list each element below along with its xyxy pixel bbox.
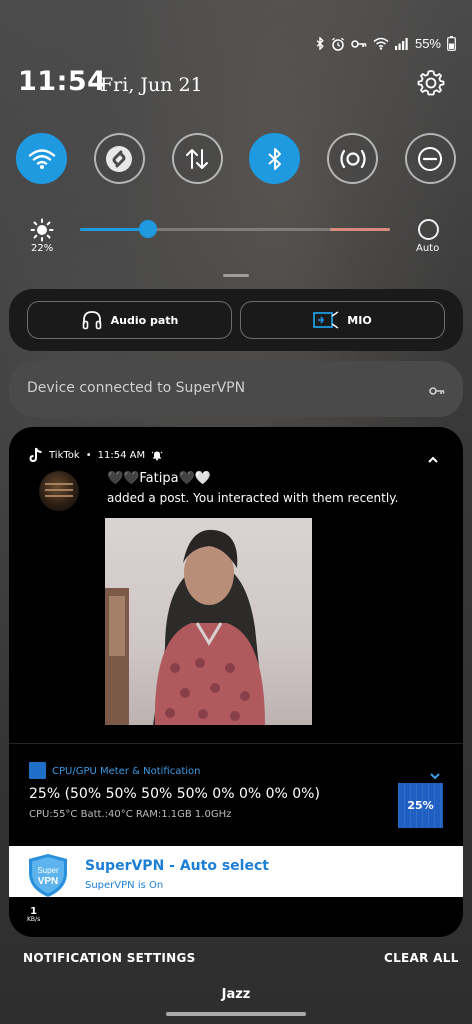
cpu-app-name: CPU/GPU Meter & Notification [52, 766, 201, 777]
battery-icon [447, 36, 456, 51]
audio-path-label: Audio path [110, 313, 179, 327]
minus-circle-icon [418, 146, 443, 171]
gesture-nav-bar[interactable] [166, 1012, 306, 1016]
supervpn-shield-icon: Super VPN [29, 854, 67, 897]
mobile-data-toggle[interactable] [171, 133, 223, 184]
supervpn-logo-bottom: VPN [38, 876, 59, 887]
post-preview-image[interactable] [105, 518, 312, 725]
notification-settings-button[interactable]: NOTIFICATION SETTINGS [23, 951, 196, 965]
avatar[interactable] [39, 471, 79, 511]
vpn-status-card[interactable]: Device connected to SuperVPN [9, 361, 463, 417]
vpn-status-text: Device connected to SuperVPN [27, 380, 246, 396]
cast-device-button[interactable]: MIO [240, 301, 445, 339]
status-bar: 55% [315, 36, 456, 51]
notification-divider [9, 743, 463, 744]
expand-chevron-down-icon[interactable] [429, 765, 441, 784]
clear-all-button[interactable]: CLEAR ALL [384, 951, 459, 965]
tiktok-notification-header: TikTok • 11:54 AM [29, 447, 163, 463]
battery-percent: 55% [414, 36, 441, 51]
data-arrows-icon [186, 148, 209, 169]
bluetooth-icon [315, 37, 325, 50]
tiktok-time: 11:54 AM [97, 449, 146, 461]
sound-toggle[interactable] [327, 133, 379, 184]
tiktok-logo-icon [29, 447, 42, 463]
brightness-percent: 22% [31, 243, 54, 254]
cpu-usage-graph: 25% [398, 783, 443, 828]
cast-device-label: MIO [347, 313, 372, 327]
carrier-label: Jazz [221, 987, 251, 1002]
headphones-icon [82, 311, 101, 330]
panel-drag-handle[interactable] [223, 274, 249, 277]
supervpn-subtitle: SuperVPN is On [85, 880, 164, 891]
sound-icon [340, 149, 366, 168]
auto-brightness-label: Auto [416, 243, 440, 254]
cast-screen-icon [313, 311, 339, 329]
collapse-chevron-up-icon[interactable] [427, 449, 439, 468]
shazam-icon [106, 145, 133, 172]
vpn-key-icon [429, 381, 445, 400]
brightness-warm-segment [330, 228, 390, 231]
alert-bell-icon [151, 451, 163, 461]
auto-brightness-toggle[interactable] [418, 219, 439, 240]
supervpn-title: SuperVPN - Auto select [85, 858, 269, 874]
cpu-meter-app-icon [29, 762, 46, 779]
supervpn-logo-top: Super [37, 866, 59, 875]
network-speed-unit: KB/s [27, 916, 41, 923]
bluetooth-toggle[interactable] [249, 133, 301, 184]
wifi-icon [28, 148, 55, 169]
notifications-card: TikTok • 11:54 AM 🖤🖤Fatipa🖤🤍 added a pos… [9, 427, 463, 937]
network-speed-indicator: 1 KB/s [27, 907, 40, 923]
clock: 11:54 [18, 66, 107, 97]
quick-settings-toggles [16, 133, 456, 184]
brightness-sun-icon [30, 218, 54, 242]
tiktok-message: added a post. You interacted with them r… [107, 491, 399, 505]
settings-gear-icon[interactable] [416, 68, 446, 98]
audio-path-button[interactable]: Audio path [27, 301, 232, 339]
tiktok-sender-name: 🖤🖤Fatipa🖤🤍 [107, 471, 211, 486]
wifi-toggle[interactable] [16, 133, 67, 184]
brightness-slider-fill [80, 228, 148, 231]
brightness-slider[interactable] [80, 220, 390, 238]
shazam-toggle[interactable] [93, 133, 145, 184]
do-not-disturb-toggle[interactable] [404, 133, 456, 184]
signal-icon [394, 37, 409, 50]
date: Fri, Jun 21 [100, 74, 203, 96]
wifi-icon [373, 37, 389, 50]
cpu-stats-text: CPU:55°C Batt.:40°C RAM:1.1GB 1.0GHz [29, 809, 232, 820]
supervpn-notification[interactable]: Super VPN SuperVPN - Auto select SuperVP… [9, 846, 463, 897]
media-output-card: Audio path MIO [9, 289, 463, 351]
vpn-key-icon [351, 39, 367, 49]
separator-dot: • [85, 449, 92, 461]
alarm-icon [331, 37, 345, 51]
tiktok-app-name: TikTok [49, 449, 80, 461]
cpu-graph-label: 25% [407, 799, 434, 812]
brightness-slider-thumb[interactable] [139, 220, 157, 238]
cpu-usage-text: 25% (50% 50% 50% 50% 0% 0% 0% 0%) [29, 786, 320, 802]
bluetooth-icon [268, 147, 281, 170]
